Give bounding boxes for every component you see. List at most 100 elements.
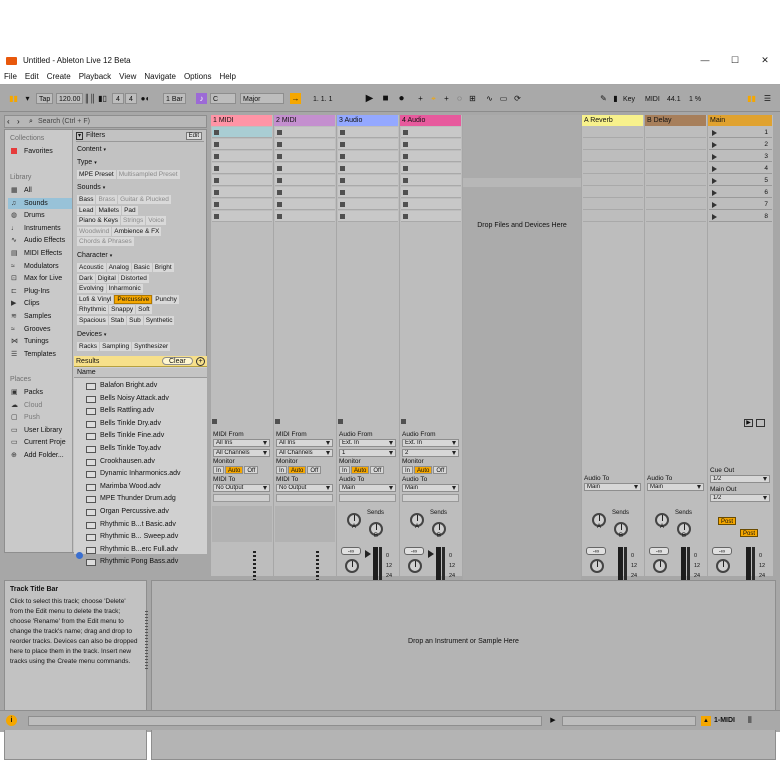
clip-slot[interactable] bbox=[275, 199, 335, 210]
scene-launch[interactable]: 3 bbox=[709, 151, 772, 162]
filter-tag-racks[interactable]: Racks bbox=[77, 342, 100, 351]
library-item-samples[interactable]: ≋ Samples bbox=[8, 311, 72, 322]
clip-slot[interactable] bbox=[338, 127, 398, 138]
place-cloud[interactable]: ☁ Cloud bbox=[8, 400, 72, 411]
automation-arm-icon[interactable]: ⌖ bbox=[428, 93, 439, 104]
filter-tag-snappy[interactable]: Snappy bbox=[109, 305, 136, 315]
main-out-dropdown[interactable]: 1/2 bbox=[710, 494, 770, 502]
return-slot[interactable] bbox=[646, 175, 706, 186]
monitor-auto-button[interactable]: Auto bbox=[414, 466, 433, 474]
play-icon[interactable]: ▶ bbox=[364, 93, 375, 104]
monitor-off-button[interactable]: Off bbox=[370, 466, 385, 474]
info-toggle-icon[interactable]: i bbox=[6, 715, 17, 726]
result-item[interactable]: Rhythmic Pong Bass.adv bbox=[86, 556, 178, 568]
clip-slot[interactable] bbox=[401, 187, 461, 198]
warning-icon[interactable]: ▲ bbox=[701, 716, 711, 726]
clip-stop-icon[interactable] bbox=[403, 154, 408, 159]
clip-stop-icon[interactable] bbox=[214, 154, 219, 159]
library-item-clips[interactable]: ▶ Clips bbox=[8, 298, 72, 309]
filter-tag-sampling[interactable]: Sampling bbox=[100, 342, 132, 351]
key-map-button[interactable]: Key bbox=[620, 93, 639, 104]
clip-slot[interactable] bbox=[401, 211, 461, 222]
library-item-all[interactable]: ▦ All bbox=[8, 185, 72, 196]
result-item[interactable]: Rhythmic B...erc Full.adv bbox=[86, 544, 178, 556]
filter-tag-ambience-fx[interactable]: Ambience & FX bbox=[112, 226, 162, 236]
arrangement-view-icon[interactable]: ☰ bbox=[762, 93, 773, 104]
return-slot[interactable] bbox=[583, 151, 643, 162]
scene-play-icon[interactable] bbox=[712, 142, 717, 148]
monitor-auto-button[interactable]: Auto bbox=[351, 466, 370, 474]
clip-slot[interactable] bbox=[338, 151, 398, 162]
library-item-midi-effects[interactable]: ▤ MIDI Effects bbox=[8, 248, 72, 259]
metronome-bars-icon[interactable]: ▮▯ bbox=[97, 93, 108, 104]
return-title-bar[interactable]: B Delay bbox=[645, 115, 706, 126]
volume-field[interactable]: -∞ bbox=[649, 547, 669, 555]
result-item[interactable]: Rhythmic B... Sweep.adv bbox=[86, 531, 178, 543]
filter-tag-digital[interactable]: Digital bbox=[95, 273, 118, 283]
filter-tag-voice[interactable]: Voice bbox=[146, 216, 167, 226]
clip-stop-icon[interactable] bbox=[403, 190, 408, 195]
input-channel-dropdown[interactable]: 2 bbox=[402, 449, 459, 457]
scene-play-icon[interactable] bbox=[712, 178, 717, 184]
place-current-proje[interactable]: ▭ Current Proje bbox=[8, 437, 72, 448]
clip-slot[interactable] bbox=[275, 163, 335, 174]
record-icon[interactable]: ● bbox=[396, 93, 407, 104]
menu-file[interactable]: File bbox=[4, 72, 17, 81]
clip-slot[interactable] bbox=[275, 139, 335, 150]
add-filter-icon[interactable]: + bbox=[196, 357, 205, 366]
return-slot[interactable] bbox=[646, 151, 706, 162]
monitor-off-button[interactable]: Off bbox=[307, 466, 322, 474]
sig-denominator[interactable]: 4 bbox=[125, 93, 137, 104]
clip-stop-icon[interactable] bbox=[277, 154, 282, 159]
filter-tag-bright[interactable]: Bright bbox=[152, 263, 174, 272]
library-item-instruments[interactable]: ♩ Instruments bbox=[8, 223, 72, 234]
clip-slot[interactable] bbox=[275, 127, 335, 138]
filter-tag-synthesizer[interactable]: Synthesizer bbox=[132, 342, 171, 351]
filter-tag-sub[interactable]: Sub bbox=[127, 316, 143, 325]
output-dropdown[interactable]: Main bbox=[339, 484, 396, 492]
stop-all-clips-icon[interactable] bbox=[756, 419, 765, 427]
filter-tag-pad[interactable]: Pad bbox=[122, 205, 138, 215]
place-add-folder-[interactable]: ⊕ Add Folder... bbox=[8, 450, 72, 461]
library-item-grooves[interactable]: ≈ Grooves bbox=[8, 324, 72, 335]
monitor-in-button[interactable]: In bbox=[339, 466, 351, 474]
maximize-button[interactable]: ☐ bbox=[720, 52, 750, 69]
resize-handle[interactable] bbox=[145, 611, 148, 671]
monitor-off-button[interactable]: Off bbox=[244, 466, 259, 474]
stop-icon[interactable]: ■ bbox=[380, 93, 391, 104]
volume-slider-handle[interactable] bbox=[365, 550, 371, 558]
monitor-auto-button[interactable]: Auto bbox=[288, 466, 307, 474]
input-type-dropdown[interactable]: Ext. In bbox=[402, 439, 459, 447]
clip-stop-icon[interactable] bbox=[340, 154, 345, 159]
clip-stop-icon[interactable] bbox=[403, 142, 408, 147]
scene-launch[interactable]: 2 bbox=[709, 139, 772, 150]
monitor-in-button[interactable]: In bbox=[213, 466, 225, 474]
library-item-sounds[interactable]: ♫ Sounds bbox=[8, 197, 72, 209]
library-item-plug-ins[interactable]: ⊏ Plug-Ins bbox=[8, 286, 72, 297]
clip-stop-icon[interactable] bbox=[214, 142, 219, 147]
return-slot[interactable] bbox=[583, 175, 643, 186]
clip-stop-icon[interactable] bbox=[277, 142, 282, 147]
scale-dropdown[interactable]: Major bbox=[240, 93, 284, 104]
stop-all-icon[interactable] bbox=[212, 419, 217, 424]
filter-tag-chords-phrases[interactable]: Chords & Phrases bbox=[77, 237, 134, 247]
content-filter[interactable]: Content ▾ bbox=[77, 146, 106, 153]
clip-slot[interactable] bbox=[338, 139, 398, 150]
clip-slot[interactable] bbox=[212, 151, 272, 162]
clip-slot[interactable] bbox=[401, 151, 461, 162]
output-channel-dropdown[interactable] bbox=[402, 494, 459, 502]
computer-keyboard-icon[interactable]: ▭ bbox=[498, 93, 509, 104]
cue-out-dropdown[interactable]: 1/2 bbox=[710, 475, 770, 483]
return-title-bar[interactable]: A Reverb bbox=[582, 115, 643, 126]
scene-launch[interactable]: 4 bbox=[709, 163, 772, 174]
stop-all-icon[interactable] bbox=[338, 419, 343, 424]
output-dropdown[interactable]: No Output bbox=[213, 484, 270, 492]
filter-tag-bass[interactable]: Bass bbox=[77, 195, 96, 204]
clip-stop-icon[interactable] bbox=[214, 166, 219, 171]
clip-stop-icon[interactable] bbox=[340, 190, 345, 195]
clip-stop-icon[interactable] bbox=[214, 202, 219, 207]
position-field[interactable]: 1. 1. 1 bbox=[310, 93, 354, 104]
clip-stop-icon[interactable] bbox=[214, 190, 219, 195]
input-channel-dropdown[interactable]: All Channels bbox=[213, 449, 270, 457]
pan-knob[interactable] bbox=[653, 559, 667, 573]
